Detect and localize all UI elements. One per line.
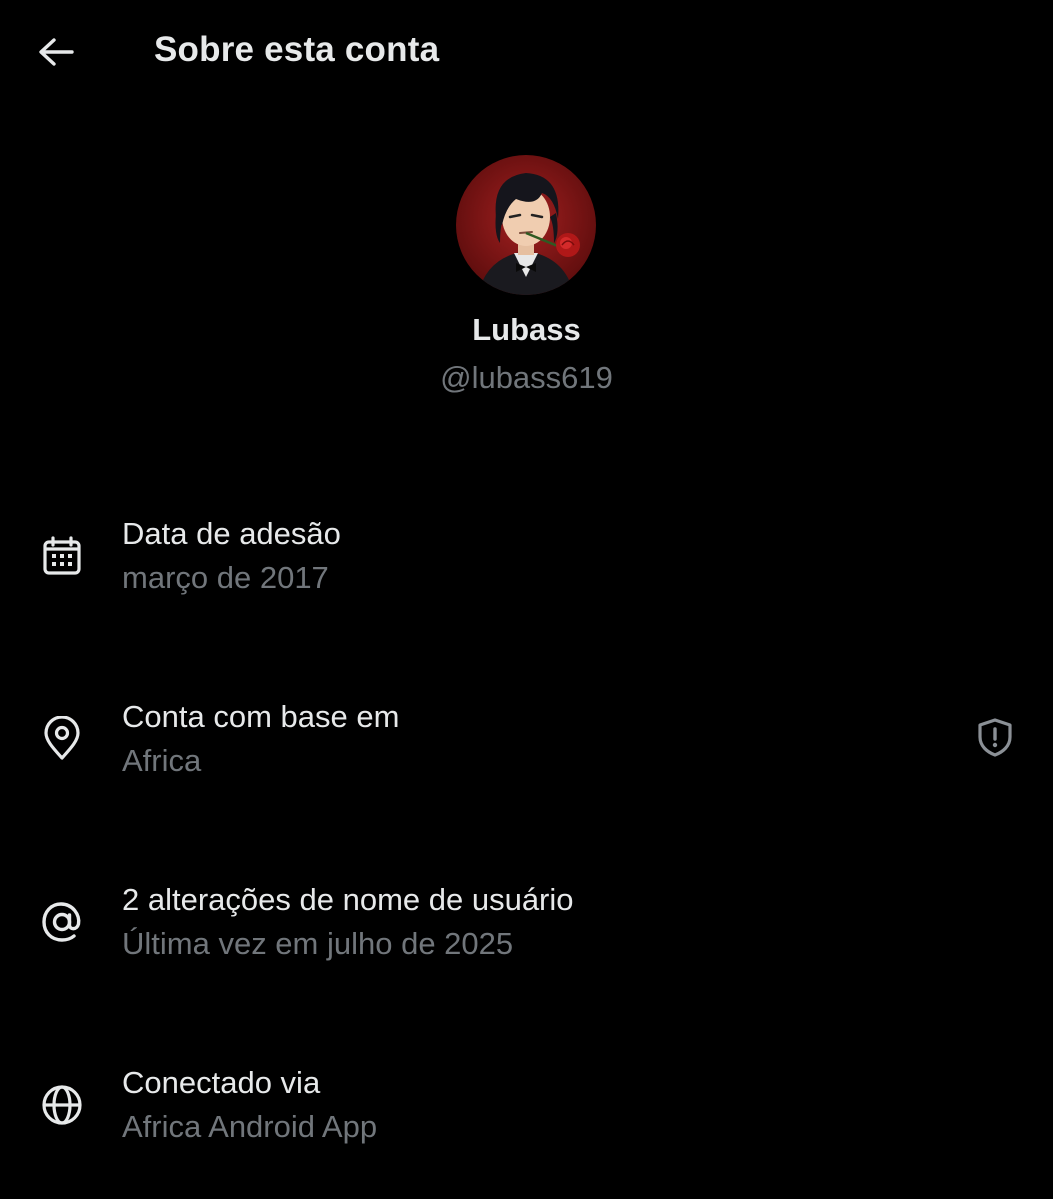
- shield-alert-icon[interactable]: [973, 715, 1017, 759]
- info-row-title: 2 alterações de nome de usuário: [122, 882, 574, 917]
- info-row-text: Data de adesão março de 2017: [122, 514, 341, 598]
- arrow-left-icon: [39, 38, 74, 66]
- info-row-username-changes: 2 alterações de nome de usuário Última v…: [0, 878, 1053, 988]
- location-pin-icon: [38, 715, 86, 763]
- info-row-text: Conta com base em Africa: [122, 697, 399, 781]
- at-sign-icon: [38, 898, 86, 946]
- info-row-subtitle: Africa Android App: [122, 1109, 378, 1144]
- info-row-join-date: Data de adesão março de 2017: [0, 512, 1053, 622]
- info-row-text: 2 alterações de nome de usuário Última v…: [122, 880, 574, 964]
- info-row-text: Conectado via Africa Android App: [122, 1063, 377, 1147]
- info-row-subtitle: Última vez em julho de 2025: [122, 926, 514, 961]
- avatar-image: [456, 155, 596, 295]
- page-title: Sobre esta conta: [154, 30, 440, 69]
- user-handle: @lubass619: [440, 360, 613, 395]
- globe-icon: [38, 1081, 86, 1129]
- header: Sobre esta conta: [0, 0, 1053, 104]
- info-row-subtitle: Africa: [122, 743, 202, 778]
- info-row-title: Data de adesão: [122, 516, 341, 551]
- back-button[interactable]: [30, 26, 82, 78]
- info-row-subtitle: março de 2017: [122, 560, 329, 595]
- info-row-title: Conectado via: [122, 1065, 321, 1100]
- display-name: Lubass: [472, 312, 581, 347]
- avatar[interactable]: [456, 155, 596, 295]
- about-account-screen: Sobre esta conta Lubass @lubass619 Data …: [0, 0, 1053, 1199]
- info-row-title: Conta com base em: [122, 699, 400, 734]
- info-row-based-in: Conta com base em Africa: [0, 695, 1053, 805]
- info-row-connected-via: Conectado via Africa Android App: [0, 1061, 1053, 1171]
- calendar-icon: [38, 532, 86, 580]
